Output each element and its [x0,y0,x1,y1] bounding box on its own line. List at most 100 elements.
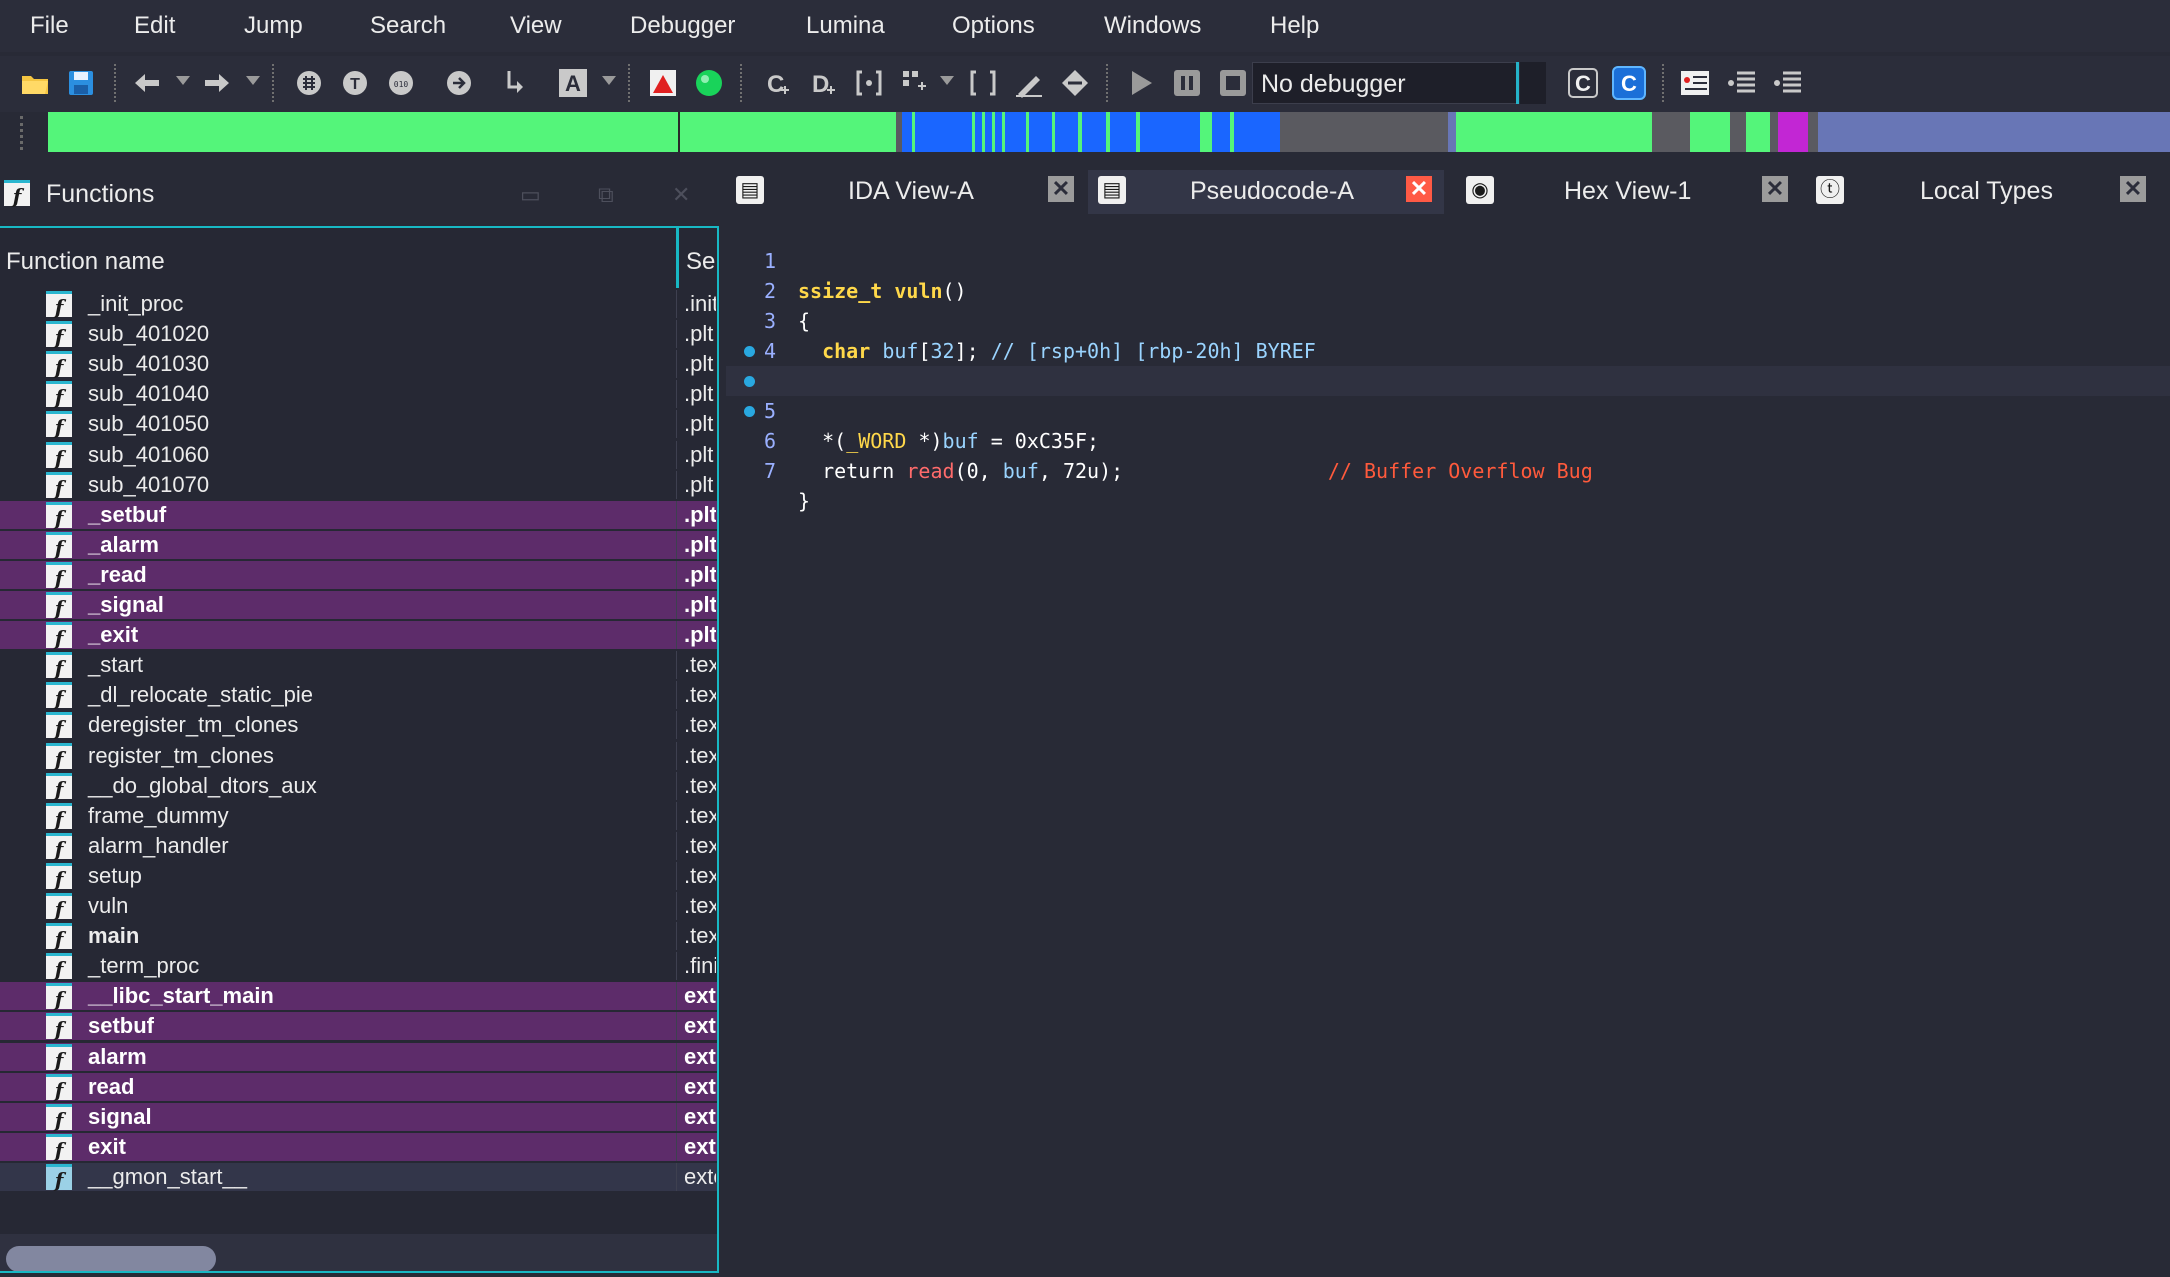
open-folder-icon[interactable] [18,66,52,100]
function-row[interactable]: f frame_dummy .text [0,801,717,831]
back-arrow-icon[interactable] [130,66,164,100]
menu-view[interactable]: View [510,12,562,40]
green-circle-icon[interactable] [692,66,726,100]
tab-close-icon[interactable]: ✕ [1762,176,1788,202]
array-dropdown-icon[interactable] [940,76,954,85]
function-row[interactable]: f __gmon_start__ extern [0,1162,717,1192]
breakpoint-dot-icon[interactable] [744,346,755,357]
save-icon[interactable] [64,66,98,100]
functions-list[interactable]: Function name Segment f_init_proc.initfs… [0,226,719,1273]
struct-icon[interactable] [852,66,886,100]
array-icon[interactable] [898,66,932,100]
menu-debugger[interactable]: Debugger [630,12,735,40]
code-line[interactable]: 1 ssize_t vuln() [726,216,2170,303]
menu-search[interactable]: Search [370,12,446,40]
string-dropdown-icon[interactable] [602,76,616,85]
code-line[interactable]: 4 [726,306,2170,363]
debugger-select[interactable]: No debugger [1252,62,1518,104]
function-row[interactable]: f sub_401050 .plt [0,410,717,439]
column-resize-handle[interactable] [676,228,679,288]
function-row[interactable]: fsignal extern [0,1102,717,1132]
menu-edit[interactable]: Edit [134,12,175,40]
list-tree-2-icon[interactable] [1772,66,1806,100]
rename-icon[interactable] [1012,66,1046,100]
menu-jump[interactable]: Jump [244,12,303,40]
function-row[interactable]: fsetbuf extern [0,1012,717,1041]
code-text[interactable]: } [798,486,810,516]
code-line[interactable]: 2 { [726,246,2170,333]
diamond-icon[interactable] [1058,66,1092,100]
string-icon[interactable]: A [556,66,590,100]
function-row[interactable]: fread extern [0,1072,717,1102]
horizontal-scrollbar-thumb[interactable] [6,1246,216,1271]
menu-lumina[interactable]: Lumina [806,12,885,40]
function-row[interactable]: f _init_proc .init [0,290,717,319]
tab-hex-view-1[interactable]: ◉ Hex View-1 ✕ [1456,170,1800,214]
function-row[interactable]: f _dl_relocate_static_pie .text [0,681,717,710]
breakpoint-dot-icon[interactable] [744,376,755,387]
function-row[interactable]: f _setbuf .plt.sec [0,500,717,530]
function-row[interactable]: f _read .plt.sec [0,560,717,590]
data-icon[interactable]: D [806,66,840,100]
debugger-dropdown-button[interactable] [1520,62,1546,104]
tab-close-icon[interactable]: ✕ [1406,176,1432,202]
function-row[interactable]: f sub_401060 .plt [0,440,717,470]
function-row[interactable]: fmain .text [0,922,717,951]
function-row[interactable]: fvuln .text [0,892,717,921]
step-into-icon[interactable] [498,66,532,100]
function-row[interactable]: f _alarm .plt.sec [0,530,717,560]
code-icon[interactable]: C [760,66,794,100]
function-row[interactable]: f register_tm_clones .text [0,741,717,771]
pause-icon[interactable] [1170,66,1204,100]
function-row[interactable]: f sub_401040 .plt [0,380,717,409]
flag-icon[interactable] [646,66,680,100]
decompile-active-icon[interactable]: C [1612,66,1646,100]
column-header-segment[interactable]: Segment [686,248,716,276]
horizontal-scrollbar[interactable] [0,1234,717,1271]
tab-close-icon[interactable]: ✕ [1048,176,1074,202]
function-row[interactable]: f _start .text [0,651,717,680]
function-row[interactable]: f __do_global_dtors_aux .text [0,771,717,801]
code-text[interactable]: return read(0, buf, 72u); // Buffer Over… [798,456,1593,486]
menu-file[interactable]: File [30,12,69,40]
hex-icon[interactable]: 010 [384,66,418,100]
forward-history-dropdown-icon[interactable] [246,76,260,85]
tab-ida-view-a[interactable]: ▤ IDA View-A ✕ [726,170,1078,214]
function-row[interactable]: f _exit .plt.sec [0,621,717,650]
menu-options[interactable]: Options [952,12,1035,40]
function-row[interactable]: falarm extern [0,1042,717,1072]
function-row[interactable]: fexit extern [0,1132,717,1162]
back-history-dropdown-icon[interactable] [176,76,190,85]
menu-help[interactable]: Help [1270,12,1319,40]
decompile-icon[interactable]: C [1566,66,1600,100]
pseudocode-editor[interactable]: 1 ssize_t vuln() 2 { 3 char buf[32]; // … [726,216,2170,1277]
text-icon[interactable]: T [338,66,372,100]
code-line[interactable]: 5 *(_WORD *)buf = 0xC35F; [726,336,2170,453]
panel-restore-icon[interactable]: ⧉ [598,182,620,207]
nav-band-grip[interactable] [20,116,33,150]
function-row[interactable]: f __libc_start_main extern [0,982,717,1011]
code-line[interactable]: 3 char buf[32]; // [rsp+0h] [rbp-20h] BY… [726,276,2170,363]
stop-icon[interactable] [1216,66,1250,100]
undefined-icon[interactable] [966,66,1000,100]
function-row[interactable]: f sub_401070 .plt [0,470,717,500]
code-line[interactable]: 7 } [726,396,2170,513]
column-header-function-name[interactable]: Function name [6,248,165,276]
tab-close-icon[interactable]: ✕ [2120,176,2146,202]
graph-icon[interactable] [292,66,326,100]
navigation-band[interactable] [48,112,2170,152]
function-row[interactable]: fsetup .text [0,861,717,891]
panel-close-icon[interactable]: ✕ [672,182,694,207]
list-tree-icon[interactable] [1726,66,1760,100]
tab-local-types[interactable]: ⓣ Local Types ✕ [1806,170,2152,214]
function-row[interactable]: f sub_401020 .plt [0,320,717,349]
breakpoint-dot-icon[interactable] [744,406,755,417]
function-row[interactable]: f _signal .plt.sec [0,591,717,620]
function-row[interactable]: f deregister_tm_clones .text [0,711,717,740]
tab-pseudocode-a[interactable]: ▤ Pseudocode-A ✕ [1088,170,1444,214]
menu-windows[interactable]: Windows [1104,12,1201,40]
panel-float-icon[interactable]: ▭ [520,182,542,207]
function-row[interactable]: f alarm_handler .text [0,831,717,861]
code-line-current[interactable]: 6 return read(0, buf, 72u); // Buffer Ov… [726,366,2170,483]
list-icon[interactable] [1678,66,1712,100]
